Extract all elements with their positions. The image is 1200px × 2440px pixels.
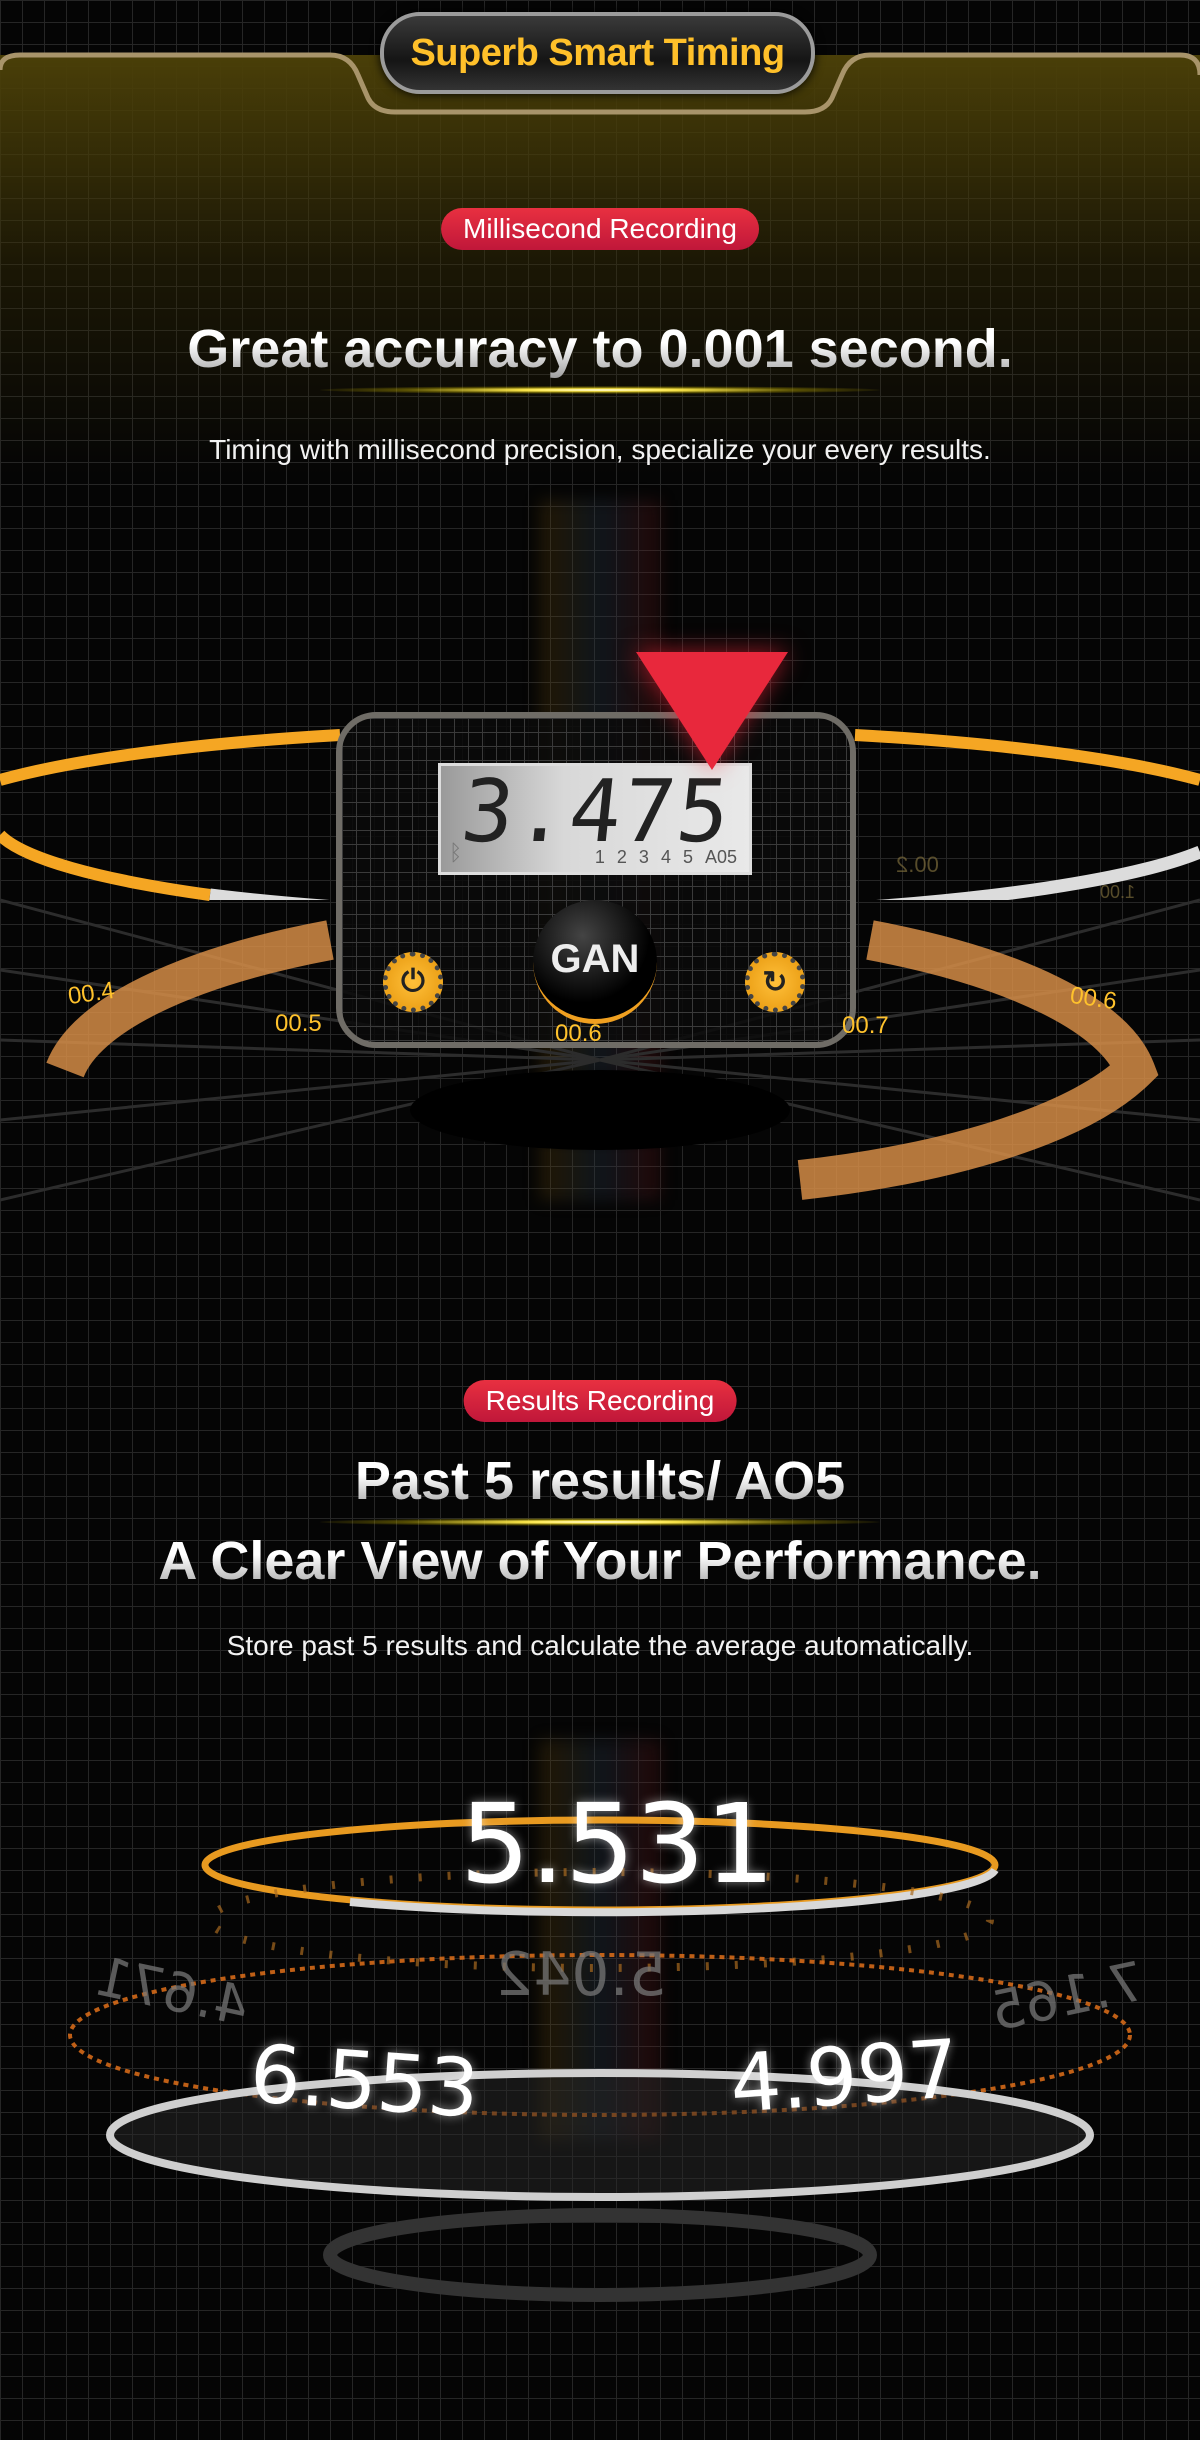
section1-title: Great accuracy to 0.001 second. [0,318,1200,380]
scale-label: 00.6 [555,1020,602,1047]
average-result: 5.531 [460,1780,775,1908]
back-result: 5.042 [495,1940,667,2010]
title-glow [320,386,880,394]
power-button[interactable]: ⏻ [383,952,443,1012]
reset-button[interactable]: ↻ [745,952,805,1012]
scale-label: 00.5 [275,1010,322,1037]
front-right-result: 4.997 [727,2022,962,2131]
section2-subtitle: Store past 5 results and calculate the a… [226,1630,974,1661]
results-badge: Results Recording [463,1380,737,1422]
millisecond-badge: Millisecond Recording [441,208,759,250]
front-left-result: 6.553 [247,2027,482,2136]
scale-label: 00.7 [842,1012,889,1039]
section2-title-line2: A Clear View of Your Performance. [0,1530,1200,1592]
gan-logo: GAN [533,900,657,1024]
refresh-icon: ↻ [762,965,788,999]
pointer-arrow-icon [636,652,788,770]
section1-subtitle: Timing with millisecond precision, speci… [209,434,991,465]
header-title: Superb Smart Timing [380,12,815,94]
section2-title-line1: Past 5 results/ AO5 [0,1450,1200,1512]
white-ring-front [209,845,1200,900]
power-icon: ⏻ [401,965,425,998]
title-glow [320,1518,880,1526]
